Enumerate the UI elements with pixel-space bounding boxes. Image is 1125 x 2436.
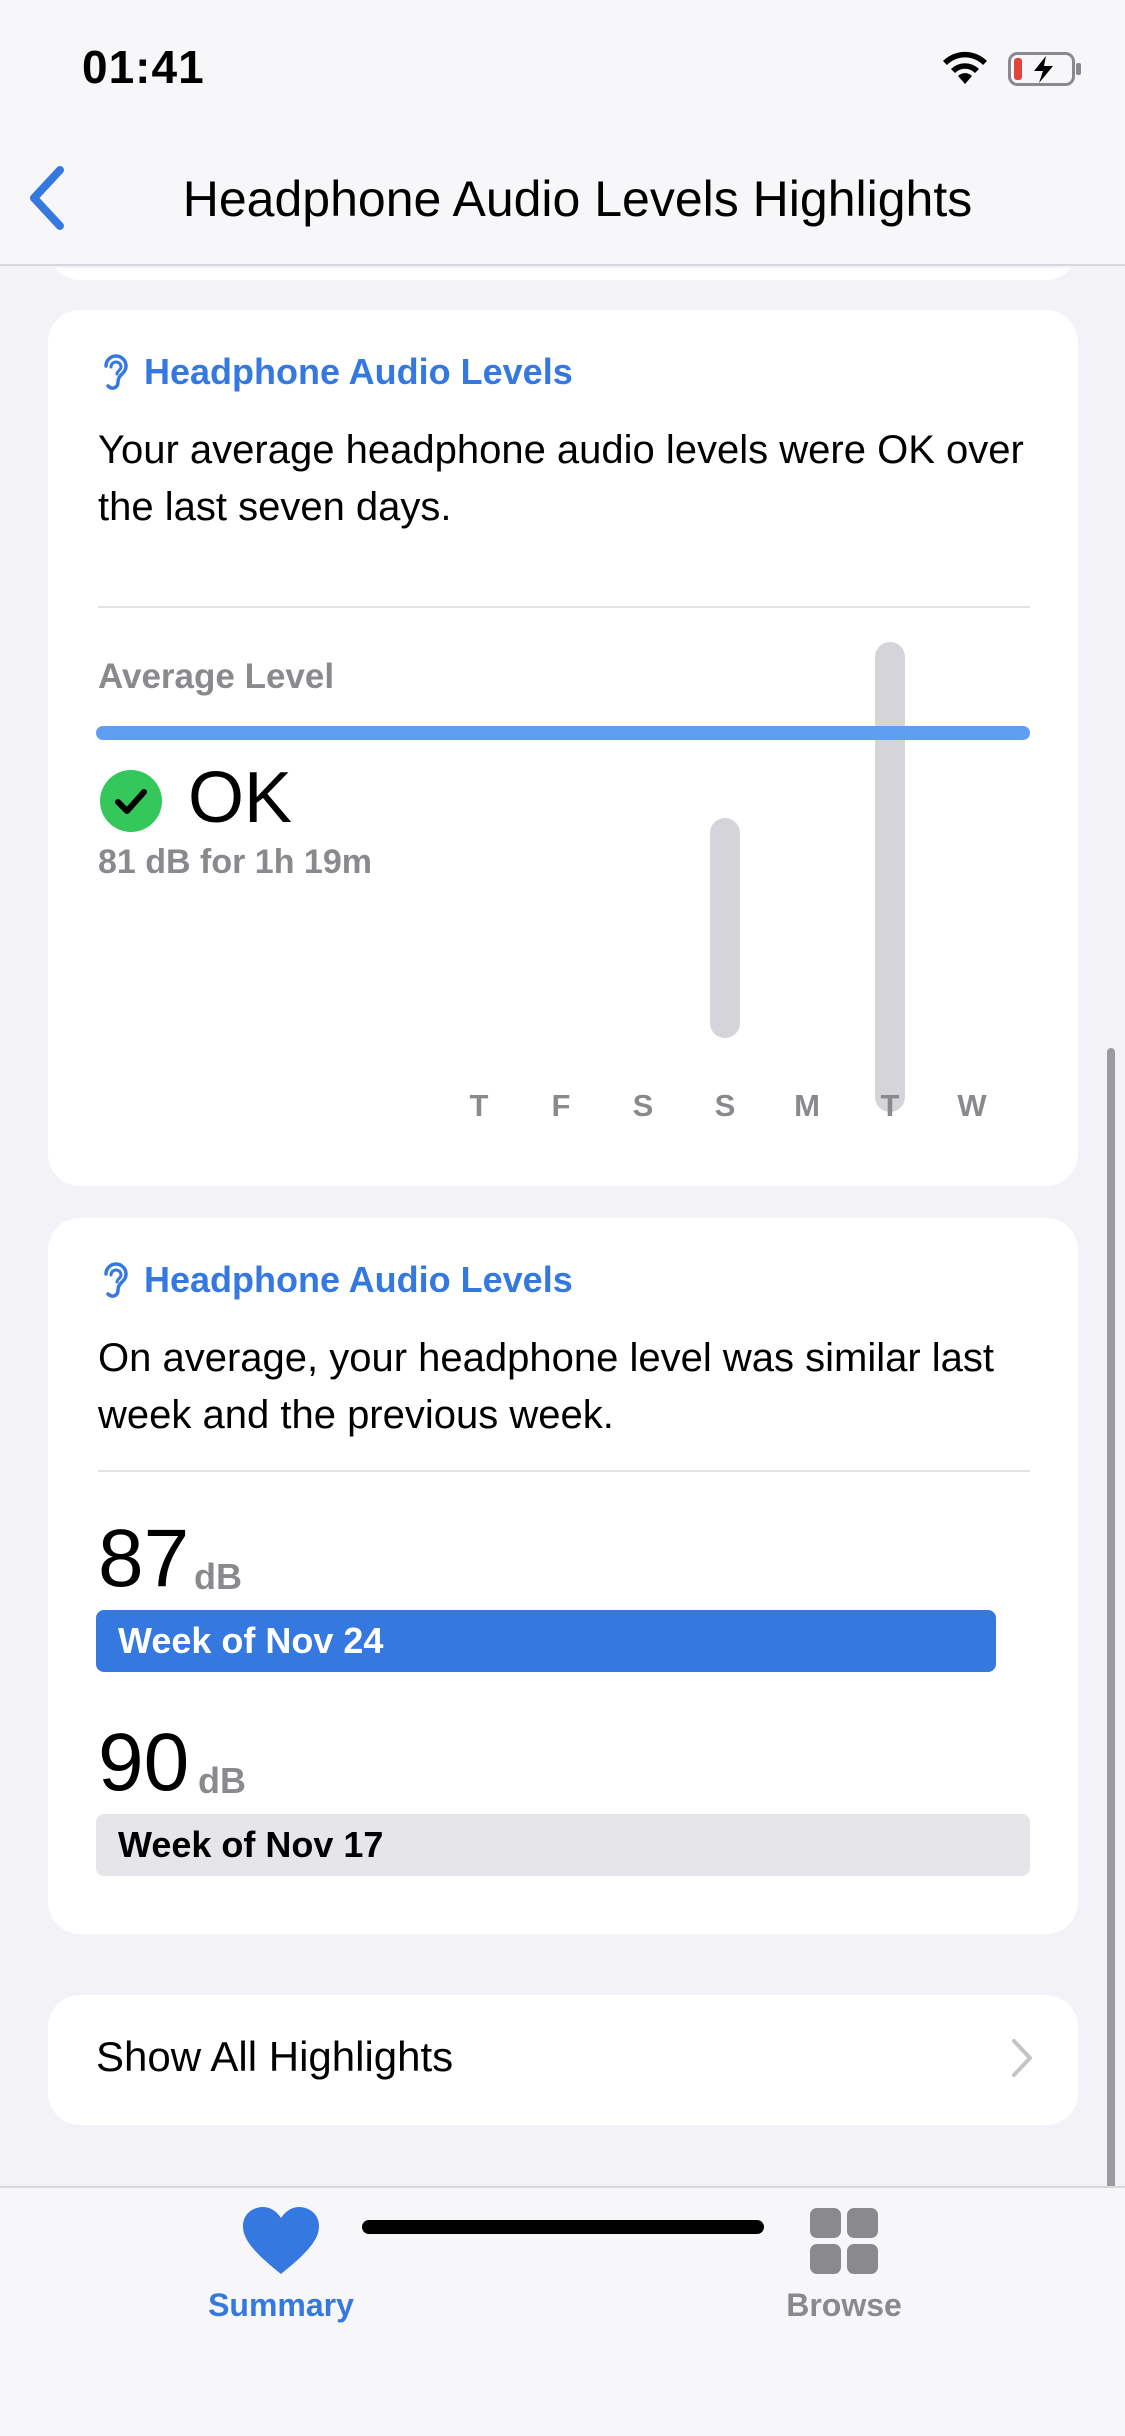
scroll-content[interactable]: Headphone Audio Levels Your average head… (0, 268, 1125, 2186)
previous-card-edge (48, 268, 1078, 280)
ear-icon (104, 354, 128, 390)
day-bar-tuesday (875, 642, 905, 1112)
headphone-levels-card[interactable]: Headphone Audio Levels Your average head… (48, 310, 1078, 1186)
divider (98, 606, 1030, 608)
card-header: Headphone Audio Levels (98, 1258, 573, 1302)
week-bar-current: Week of Nov 24 (96, 1610, 996, 1672)
week-unit: dB (198, 1760, 246, 1801)
week-bar-previous: Week of Nov 17 (96, 1814, 1030, 1876)
card-header-label: Headphone Audio Levels (144, 1259, 573, 1300)
checkmark-circle-icon (100, 770, 162, 832)
grid-icon (810, 2208, 878, 2274)
weekly-comparison-card[interactable]: Headphone Audio Levels On average, your … (48, 1218, 1078, 1934)
chevron-right-icon (1012, 2039, 1032, 2077)
tab-label: Summary (208, 2287, 354, 2323)
card-header: Headphone Audio Levels (98, 350, 573, 394)
home-indicator[interactable] (362, 2220, 764, 2234)
card-summary-text: Your average headphone audio levels were… (98, 428, 1024, 529)
card-header-label: Headphone Audio Levels (144, 351, 573, 392)
page-title: Headphone Audio Levels Highlights (182, 171, 973, 227)
day-bar-sunday (710, 818, 740, 1038)
week-value: 90 (98, 1717, 190, 1808)
card-summary-text: On average, your headphone level was sim… (98, 1336, 995, 1437)
tab-browse[interactable]: Browse (744, 2206, 944, 2324)
day-label: S (714, 1088, 736, 1123)
status-bar: 01:41 (0, 0, 1125, 140)
navigation-bar: Headphone Audio Levels Highlights (0, 140, 1125, 266)
tab-label: Browse (786, 2287, 902, 2323)
day-label: M (794, 1088, 820, 1123)
status-time: 01:41 (82, 41, 205, 93)
day-label: W (957, 1088, 987, 1123)
show-all-highlights-button[interactable]: Show All Highlights (48, 1995, 1078, 2125)
week-label: Week of Nov 17 (118, 1824, 384, 1865)
day-label: S (632, 1088, 654, 1123)
week-label: Week of Nov 24 (118, 1620, 384, 1661)
scrollbar[interactable] (1107, 1048, 1115, 2186)
heart-icon (243, 2207, 319, 2274)
status-detail: 81 dB for 1h 19m (98, 843, 372, 881)
status-value: OK (188, 758, 293, 838)
divider (98, 1470, 1030, 1472)
week-value: 87 (98, 1513, 190, 1604)
day-label: T (880, 1088, 900, 1123)
battery-charging-icon (1008, 52, 1081, 86)
ear-icon (104, 1262, 128, 1298)
average-level-line (96, 726, 1030, 740)
wifi-icon (943, 51, 987, 84)
day-label: F (551, 1088, 571, 1123)
average-level-label: Average Level (98, 657, 335, 696)
tab-summary[interactable]: Summary (181, 2206, 381, 2324)
day-label: T (469, 1088, 489, 1123)
week-unit: dB (194, 1556, 242, 1597)
show-all-label: Show All Highlights (96, 2033, 454, 2080)
